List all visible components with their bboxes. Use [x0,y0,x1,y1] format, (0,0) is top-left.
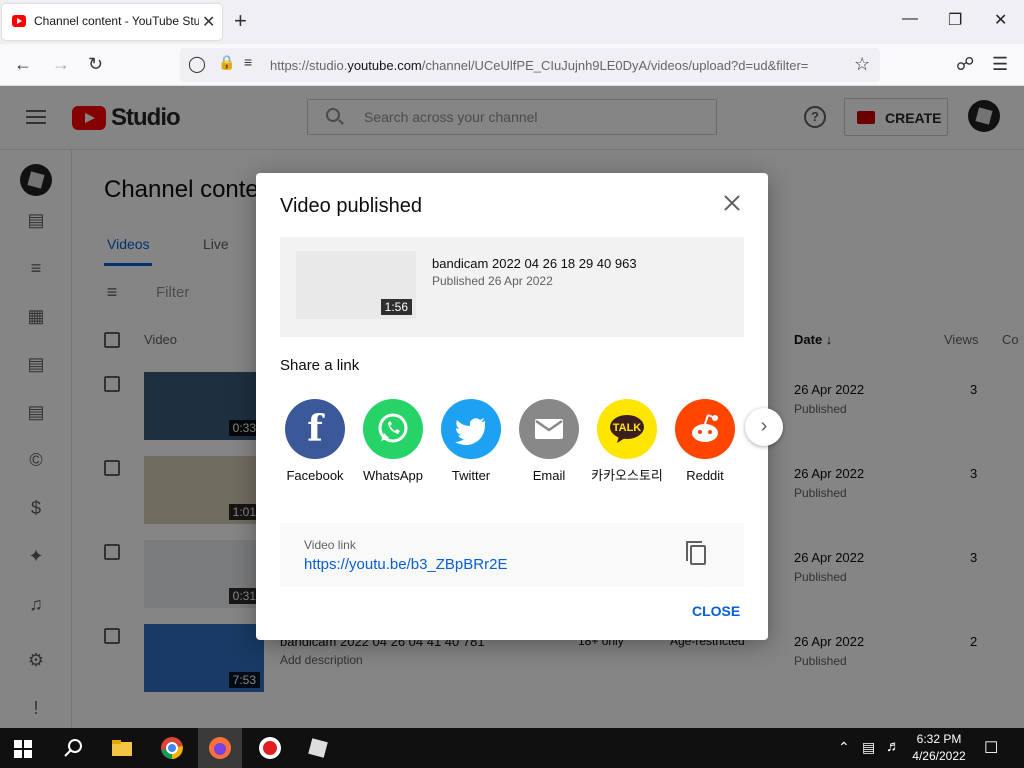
shield-icon[interactable]: ◯ [188,54,206,74]
close-icon[interactable] [720,191,744,215]
share-label: Reddit [686,468,724,483]
close-button[interactable]: CLOSE [692,603,740,619]
file-explorer-icon[interactable] [110,736,134,760]
network-icon[interactable]: ▤ [862,739,875,756]
bandicam-record-icon[interactable] [258,736,282,760]
forward-icon[interactable]: → [52,54,70,75]
menu-icon[interactable]: ☰ [992,54,1008,75]
reddit-icon [675,399,735,459]
share-facebook[interactable]: f Facebook [276,399,354,484]
maximize-button[interactable]: ❐ [948,10,962,30]
video-link-url[interactable]: https://youtu.be/b3_ZBpBRr2E [304,556,507,573]
roblox-icon[interactable] [306,736,330,760]
share-reddit[interactable]: Reddit [666,399,744,484]
browser-tab-bar: Channel content - YouTube Studio ✕ + — ❐… [0,0,1024,44]
url-text[interactable]: https://studio.youtube.com/channel/UCeUl… [270,58,850,73]
window-close-button[interactable]: ✕ [994,10,1007,30]
share-label: 카카오스토리 [591,468,663,483]
firefox-icon [209,737,231,759]
twitter-icon [441,399,501,459]
whatsapp-icon [363,399,423,459]
reload-icon[interactable]: ↻ [88,54,103,75]
video-link-box: Video link https://youtu.be/b3_ZBpBRr2E [280,523,744,587]
clock-date: 4/26/2022 [912,749,966,763]
share-twitter[interactable]: Twitter [432,399,510,484]
published-video-card: 1:56 bandicam 2022 04 26 18 29 40 963 Pu… [280,237,744,337]
lock-icon[interactable]: 🔒 [218,54,235,71]
published-video-date: Published 26 Apr 2022 [432,274,553,288]
volume-icon[interactable]: ♬ [886,738,901,755]
clock-time: 6:32 PM [916,732,962,746]
taskbar-search-icon[interactable] [62,736,86,760]
bookmark-star-icon[interactable]: ☆ [854,54,870,75]
kakao-talk-logo-text: TALK [613,422,642,434]
tab-title: Channel content - YouTube Studio [34,14,199,28]
pocket-icon[interactable]: ☍ [956,54,974,75]
dialog-title: Video published [280,195,422,217]
back-icon[interactable]: ← [14,54,32,75]
facebook-icon: f [285,399,345,459]
clock[interactable]: 6:32 PM 4/26/2022 [908,732,970,763]
share-label: WhatsApp [363,468,423,483]
envelope-icon [519,399,579,459]
new-tab-button[interactable]: + [234,8,247,34]
windows-start-icon[interactable] [14,740,32,758]
video-link-label: Video link [304,538,356,552]
kakao-talk-icon: TALK [597,399,657,459]
windows-taskbar: ⌃ ▤ ♬ 6:32 PM 4/26/2022 ☐ [0,728,1024,768]
minimize-button[interactable]: — [902,10,918,28]
share-next-arrow-icon[interactable]: › [745,408,783,446]
share-label: Email [532,468,566,483]
share-email[interactable]: Email [510,399,588,484]
share-heading: Share a link [280,357,360,374]
video-published-dialog: Video published 1:56 bandicam 2022 04 26… [256,173,783,640]
browser-tab-active[interactable]: Channel content - YouTube Studio ✕ [2,4,222,40]
permissions-icon[interactable]: ≡ [244,54,252,70]
published-video-title: bandicam 2022 04 26 18 29 40 963 [432,256,637,271]
copy-icon[interactable] [686,541,706,565]
firefox-taskbar-active[interactable] [198,728,242,768]
share-label: Twitter [451,468,491,483]
share-kakaostory[interactable]: TALK 카카오스토리 [588,399,666,484]
share-label: Facebook [286,468,344,483]
tab-close-icon[interactable]: ✕ [202,12,215,32]
share-whatsapp[interactable]: WhatsApp [354,399,432,484]
notifications-icon[interactable]: ☐ [984,738,998,758]
tray-expand-icon[interactable]: ⌃ [838,739,850,756]
published-video-thumbnail[interactable]: 1:56 [296,251,416,319]
chrome-icon[interactable] [160,736,184,760]
address-bar[interactable]: ◯ 🔒 ≡ https://studio.youtube.com/channel… [180,48,880,82]
browser-nav-bar: ← → ↻ ◯ 🔒 ≡ https://studio.youtube.com/c… [0,44,1024,86]
duration-badge: 1:56 [380,299,412,315]
youtube-favicon-icon [12,15,26,27]
